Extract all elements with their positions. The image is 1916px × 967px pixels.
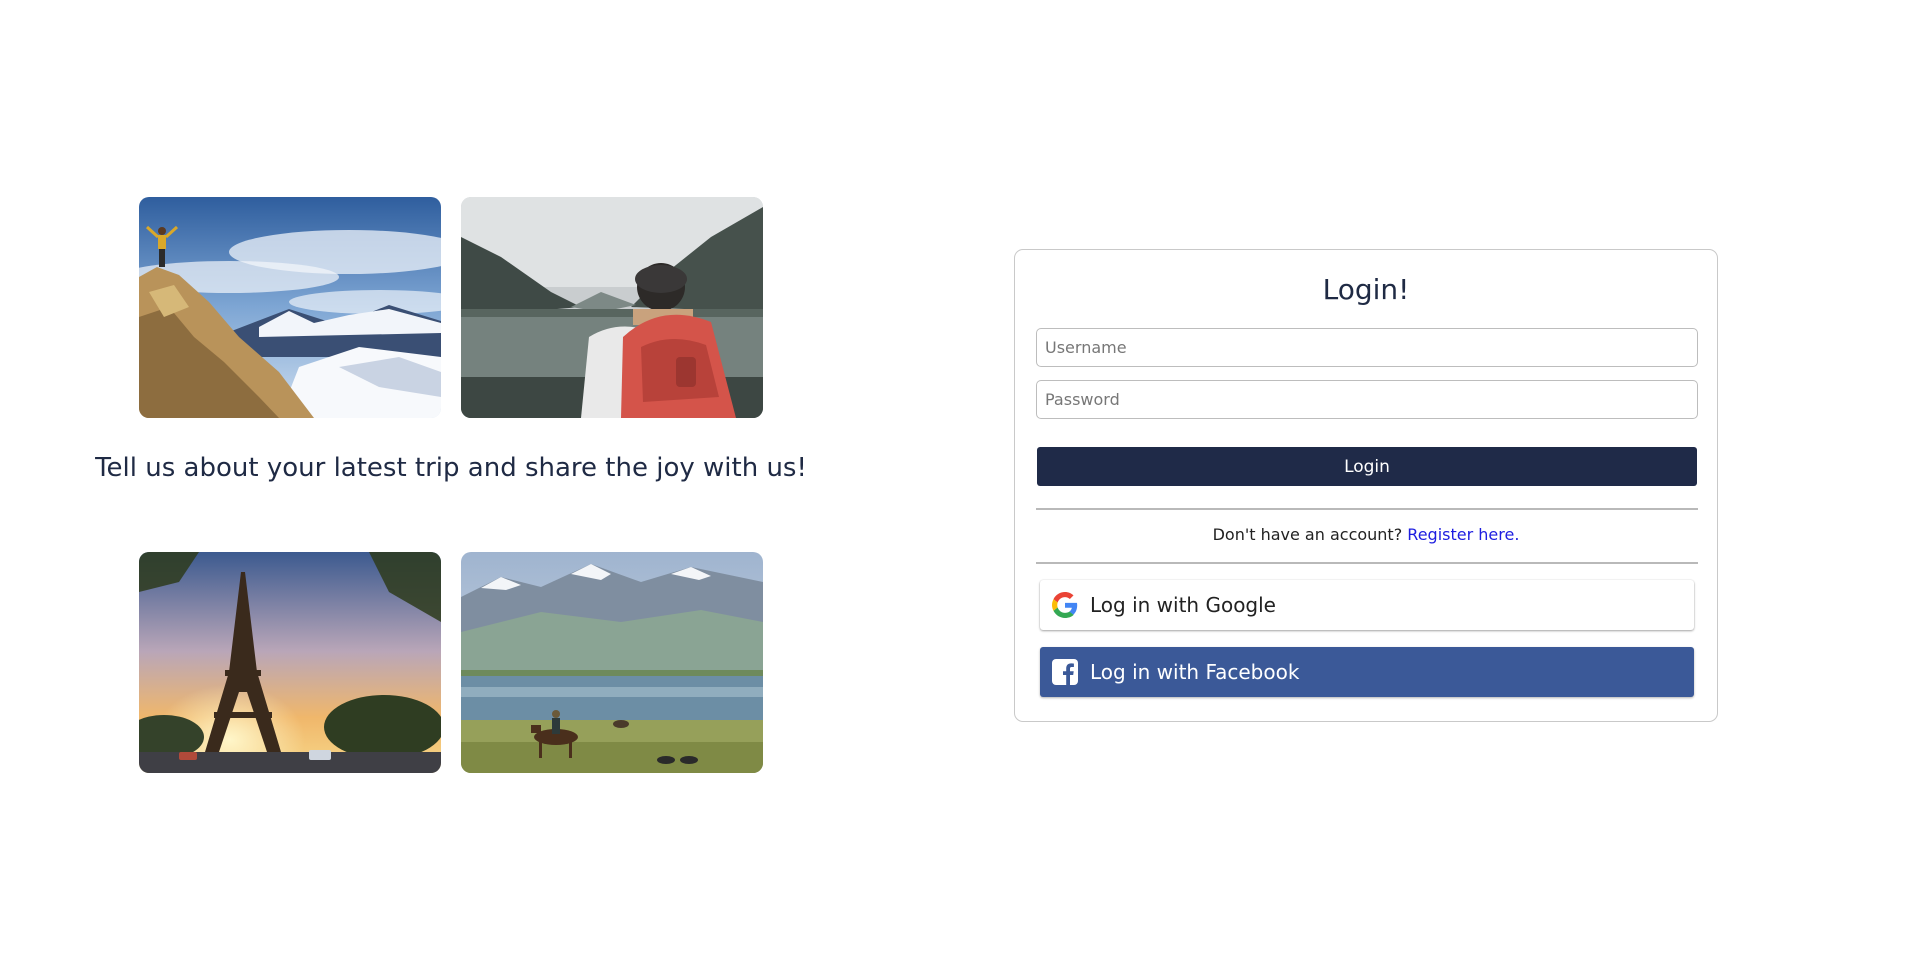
google-icon (1052, 592, 1078, 618)
divider (1036, 508, 1698, 510)
facebook-icon (1052, 659, 1078, 685)
login-button[interactable]: Login (1037, 447, 1697, 486)
login-card: Login! Login Don't have an account? Regi… (1014, 249, 1718, 722)
mountain-summit-photo (139, 197, 441, 418)
login-title: Login! (1322, 273, 1410, 306)
login-page: Tell us about your latest trip and share… (0, 0, 1916, 967)
register-prompt-text: Don't have an account? (1212, 525, 1403, 544)
register-prompt-line: Don't have an account? Register here. (1015, 523, 1717, 547)
username-input[interactable] (1036, 328, 1698, 367)
steppe-lake-horse-rider-photo (461, 552, 763, 773)
eiffel-tower-sunset-photo (139, 552, 441, 773)
divider (1036, 562, 1698, 564)
google-login-button[interactable]: Log in with Google (1040, 580, 1694, 630)
facebook-login-label: Log in with Facebook (1090, 660, 1300, 684)
register-link[interactable]: Register here. (1407, 525, 1519, 544)
gallery-tagline: Tell us about your latest trip and share… (95, 453, 807, 483)
facebook-login-button[interactable]: Log in with Facebook (1040, 647, 1694, 697)
google-login-label: Log in with Google (1090, 593, 1276, 617)
password-input[interactable] (1036, 380, 1698, 419)
lake-hiker-backpack-photo (461, 197, 763, 418)
